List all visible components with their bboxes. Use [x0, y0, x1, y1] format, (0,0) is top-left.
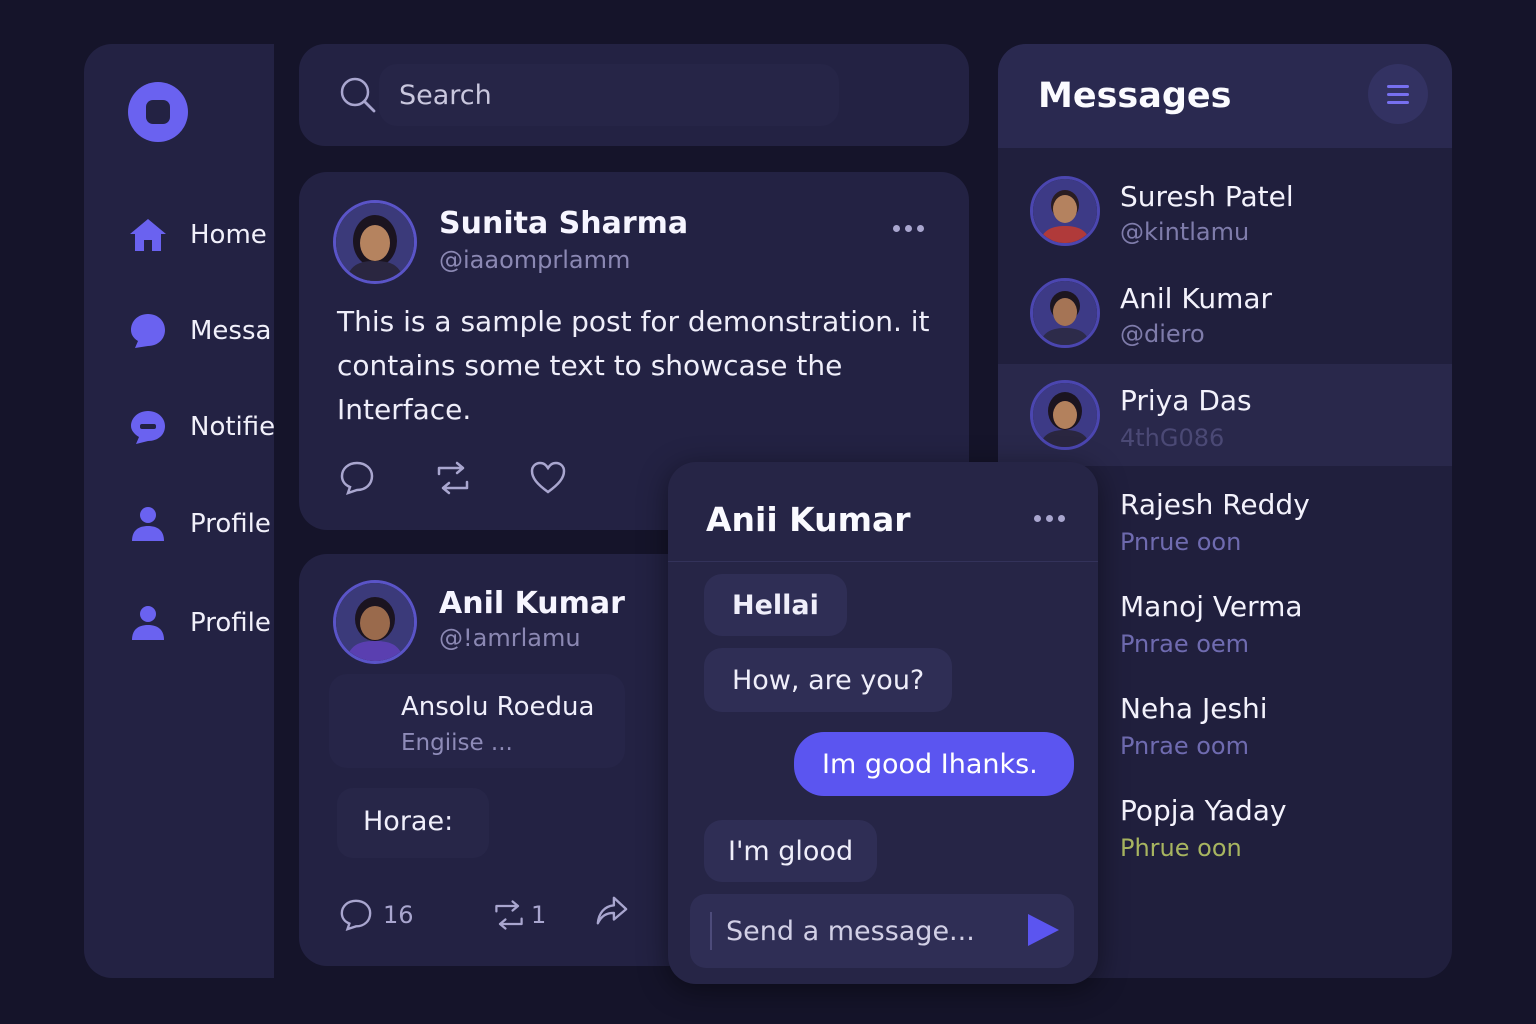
tag-chip[interactable]: Horae: [337, 788, 489, 858]
messages-header: Messages [998, 44, 1452, 148]
contact-item[interactable]: Anil Kumar @diero [998, 250, 1452, 352]
post-handle: @!amrlamu [439, 624, 581, 652]
nav-profile-2[interactable]: Profile [128, 598, 274, 648]
contact-name: Priya Das [1120, 384, 1252, 417]
message-bubble-received: I'm glood [704, 820, 878, 882]
message-bubble-received: How, are you? [704, 648, 953, 712]
repost-count: 1 [531, 901, 547, 929]
contact-name: Rajesh Reddy [1120, 488, 1310, 521]
contact-handle: Pnrue oon [1120, 528, 1242, 556]
search-input[interactable] [399, 68, 829, 122]
contact-handle: @kintlamu [1120, 218, 1250, 246]
more-options-icon[interactable] [893, 225, 924, 232]
contact-name: Manoj Verma [1120, 590, 1303, 623]
avatar [1030, 278, 1100, 348]
contact-handle: Phrue oon [1120, 834, 1242, 862]
comment-icon [340, 899, 372, 932]
person-icon [128, 603, 168, 643]
comment-icon [340, 461, 374, 495]
post-body: This is a sample post for demonstration.… [337, 305, 930, 426]
nav-home-label: Home [190, 220, 267, 250]
chat-bubble-icon [128, 311, 168, 351]
search-bar [299, 44, 969, 146]
like-button[interactable] [529, 460, 567, 496]
message-input[interactable] [726, 906, 1016, 956]
contact-name: Neha Jeshi [1120, 692, 1268, 725]
repost-button[interactable]: 1 [491, 898, 546, 932]
contact-name: Popja Yaday [1120, 794, 1287, 827]
contact-handle: Pnrae oom [1120, 732, 1249, 760]
more-options-icon[interactable] [1034, 515, 1065, 522]
contact-handle: 4thG086 [1120, 424, 1225, 452]
contact-handle: Pnrae oem [1120, 630, 1250, 658]
message-bubble-sent: Im good Ihanks. [794, 732, 1074, 796]
nav-notifications[interactable]: Notifie [128, 402, 274, 452]
home-icon [128, 215, 168, 255]
person-icon [128, 504, 168, 544]
contact-name: Suresh Patel [1120, 180, 1294, 213]
comment-button[interactable] [339, 460, 375, 496]
comment-count: 16 [383, 901, 414, 929]
send-icon[interactable] [1026, 912, 1060, 952]
avatar[interactable] [333, 580, 417, 664]
message-bubble-received: Hellai [704, 574, 847, 636]
nav-profile[interactable]: Profile [128, 499, 274, 549]
card-subtitle: Engiise ... [401, 730, 513, 756]
avatar [1030, 176, 1100, 246]
composer-divider [710, 912, 712, 950]
nav-profile-label: Profile [190, 509, 271, 539]
tag-chip-label: Horae: [363, 806, 454, 837]
contact-name: Anil Kumar [1120, 282, 1273, 315]
chat-header: Anii Kumar [668, 462, 1098, 562]
contact-handle: @diero [1120, 320, 1205, 348]
contact-item[interactable]: Suresh Patel @kintlamu [998, 148, 1452, 250]
nav-profile-2-label: Profile [190, 608, 271, 638]
nav-notifications-label: Notifie [190, 412, 274, 442]
avatar [1030, 380, 1100, 450]
repost-icon [495, 900, 523, 930]
post-author[interactable]: Anil Kumar [439, 586, 625, 621]
share-icon [596, 896, 628, 925]
nav-messages[interactable]: Messa [128, 306, 274, 356]
share-button[interactable] [595, 894, 629, 928]
app-logo-icon[interactable] [128, 82, 188, 142]
chat-title: Anii Kumar [706, 500, 911, 539]
search-icon [339, 76, 377, 118]
post-handle: @iaaomprlamm [439, 246, 631, 274]
card-title: Ansolu Roedua [401, 692, 595, 722]
embedded-card[interactable]: Ansolu Roedua Engiise ... [329, 674, 625, 768]
message-composer [690, 894, 1074, 968]
repost-icon [437, 461, 469, 495]
nav-home[interactable]: Home [128, 210, 274, 260]
chat-window: Anii Kumar Hellai How, are you? Im good … [668, 462, 1098, 984]
post-card: Anil Kumar @!amrlamu Ansolu Roedua Engii… [299, 554, 719, 966]
heart-icon [530, 461, 566, 494]
avatar[interactable] [333, 200, 417, 284]
messages-title: Messages [1038, 76, 1232, 116]
post-author[interactable]: Sunita Sharma [439, 206, 688, 241]
sidebar: Home Messa Notifie Profile Profile [84, 44, 274, 978]
repost-button[interactable] [433, 460, 473, 496]
contact-item-active[interactable]: Priya Das 4thG086 [998, 364, 1452, 466]
menu-icon[interactable] [1368, 64, 1428, 124]
notification-bubble-icon [128, 407, 168, 447]
comment-button[interactable]: 16 [339, 898, 414, 932]
nav-messages-label: Messa [190, 316, 272, 346]
